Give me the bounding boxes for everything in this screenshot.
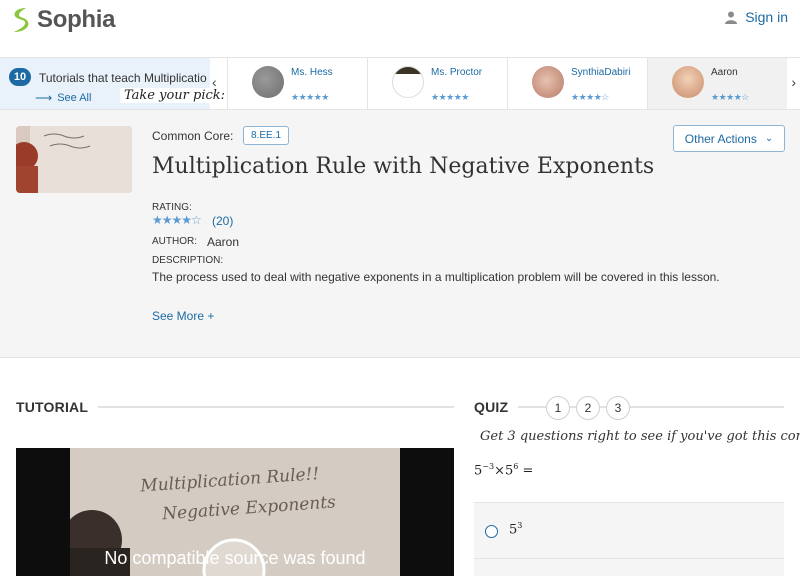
site-header: Sophia Sign in [0,0,800,56]
sophia-logo[interactable]: Sophia [10,6,116,34]
tutor-rating-stars: ★★★★★ [291,92,329,102]
chevron-down-icon: ⌄ [764,133,774,144]
brand-name: Sophia [37,6,116,33]
common-core-label: Common Core: [152,129,234,143]
quiz-question-2-button[interactable]: 2 [576,396,600,420]
lesson-description: The process used to deal with negative e… [152,270,720,284]
tutorial-count-badge: 10 [9,68,31,86]
tutor-rating-stars: ★★★★★ [431,92,469,102]
tutor-card-aaron[interactable]: Aaron ★★★★☆ [647,58,787,109]
quiz-question-3-button[interactable]: 3 [606,396,630,420]
tutor-name: SynthiaDabiri [571,67,631,78]
video-player[interactable]: Multiplication Rule!! Negative Exponents… [16,448,454,576]
author-label: AUTHOR: [152,236,197,247]
tutorials-title: Tutorials that teach Multiplicatio [39,71,207,85]
rating-stars: ★★★★☆ [152,213,202,227]
avatar [392,66,424,98]
tutor-name: Ms. Hess [291,67,333,78]
tutor-name: Aaron [711,67,738,78]
tutor-carousel: 10 Tutorials that teach Multiplicatio ⟶ … [0,57,800,110]
chevron-right-icon[interactable]: › [791,74,796,90]
page-title: Multiplication Rule with Negative Expone… [152,154,655,179]
answer-option[interactable]: 53 [474,503,784,559]
tutor-name: Ms. Proctor [431,67,483,78]
take-your-pick-label: Take your pick: [120,88,230,103]
quiz-heading: QUIZ [474,399,509,415]
sophia-logo-icon [14,8,29,32]
tutor-card-hess[interactable]: Ms. Hess ★★★★★ [227,58,367,109]
tutor-rating-stars: ★★★★☆ [571,92,609,102]
description-label: DESCRIPTION: [152,255,224,266]
see-all-label: See All [57,92,92,104]
lesson-info: Common Core: 8.EE.1 Multiplication Rule … [0,110,800,358]
tutor-card-synthia[interactable]: SynthiaDabiri ★★★★☆ [507,58,647,109]
rating-count-link[interactable]: (20) [212,214,233,228]
chevron-left-icon[interactable]: ‹ [212,74,217,90]
whiteboard-thumbnail [16,126,132,193]
other-actions-label: Other Actions [684,131,757,146]
tutorial-divider [98,406,454,408]
rating-label: RATING: [152,202,192,213]
quiz-question-1-button[interactable]: 1 [546,396,570,420]
avatar [672,66,704,98]
answer-text: 53 [509,521,522,537]
avatar [252,66,284,98]
question-operator: × [494,463,505,479]
tutor-card-proctor[interactable]: Ms. Proctor ★★★★★ [367,58,507,109]
answer-exponent: 3 [517,521,523,530]
see-all-link[interactable]: ⟶ See All [35,91,91,105]
user-icon [725,11,738,24]
question-exponent-1: −3 [482,462,495,471]
arrow-right-icon: ⟶ [35,91,53,105]
common-core-badge[interactable]: 8.EE.1 [243,126,290,145]
answer-radio[interactable] [485,525,498,538]
sign-in-label: Sign in [745,9,788,25]
sign-in-link[interactable]: Sign in [725,9,788,25]
author-name: Aaron [207,235,240,249]
tutor-rating-stars: ★★★★☆ [711,92,749,102]
see-more-link[interactable]: See More + [152,309,214,323]
answer-list: 53 [474,502,784,576]
lesson-thumbnail[interactable] [16,126,132,193]
other-actions-button[interactable]: Other Actions ⌄ [673,125,785,152]
video-error-message: No compatible source was found [104,548,366,568]
tutorial-heading: TUTORIAL [16,399,89,415]
avatar [532,66,564,98]
quiz-question: 5−3×56 = [474,462,533,478]
quiz-prompt: Get 3 questions right to see if you've g… [480,429,800,444]
question-equals: = [518,463,534,479]
